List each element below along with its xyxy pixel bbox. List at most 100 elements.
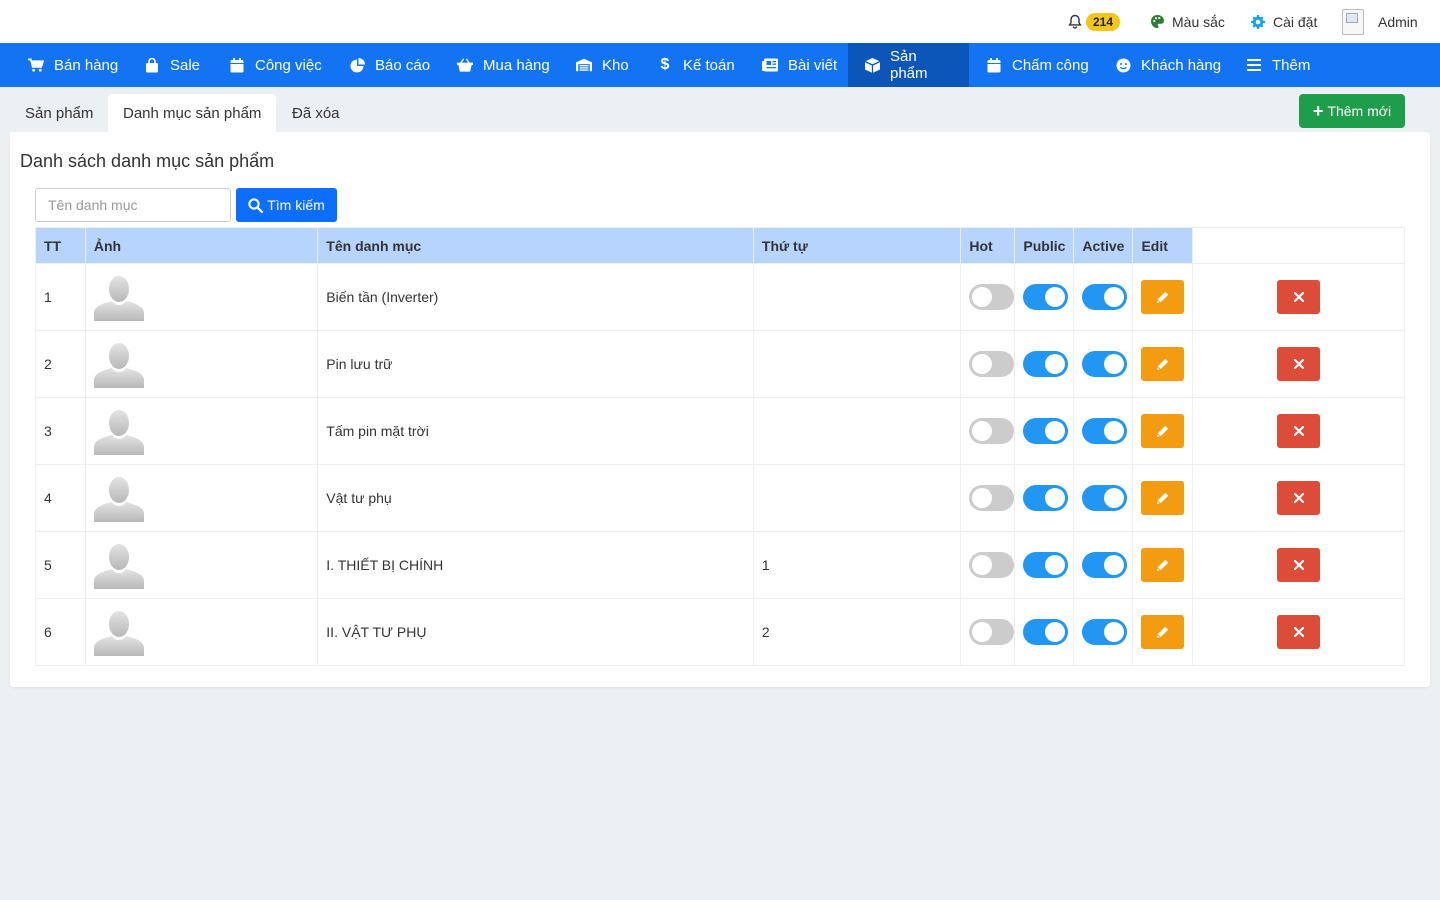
pencil-icon <box>1157 291 1169 303</box>
row-name: Biến tần (Inverter) <box>317 263 754 331</box>
add-new-label: Thêm mới <box>1327 103 1392 119</box>
edit-button[interactable] <box>1141 347 1185 381</box>
close-icon <box>1293 560 1304 570</box>
toggle-knob <box>972 421 993 441</box>
tab-danh-muc-san-pham[interactable]: Danh mục sản phẩm <box>108 94 277 132</box>
table-row: 2 Pin lưu trữ <box>35 330 1405 398</box>
calendar-icon <box>986 57 1002 73</box>
tab-da-xoa[interactable]: Đã xóa <box>277 94 355 132</box>
active-toggle[interactable] <box>1082 351 1128 377</box>
header-hot: Hot <box>960 227 1016 264</box>
row-hot-cell <box>960 598 1016 666</box>
nav-label: Mua hàng <box>483 56 550 74</box>
top-utility-bar: 214 Màu sắc Cài đặt Admin <box>0 0 1440 43</box>
active-toggle[interactable] <box>1082 552 1128 578</box>
hot-toggle[interactable] <box>969 418 1015 444</box>
bell-icon <box>1068 14 1082 29</box>
nav-item-cham-cong[interactable]: Chấm công <box>958 43 1104 87</box>
edit-button[interactable] <box>1141 481 1185 515</box>
row-delete-cell <box>1192 598 1405 666</box>
nav-item-them[interactable]: Thêm <box>1218 43 1325 87</box>
search-button[interactable]: Tìm kiếm <box>236 188 337 222</box>
toggle-knob <box>1104 421 1125 441</box>
page-title: Danh sách danh mục sản phẩm <box>20 151 275 171</box>
nav-item-bai-viet[interactable]: Bài viết <box>734 43 852 87</box>
color-label: Màu sắc <box>1172 13 1225 30</box>
dollar-icon: $ <box>660 56 670 73</box>
active-toggle[interactable] <box>1082 619 1128 645</box>
public-toggle[interactable] <box>1023 619 1069 645</box>
active-toggle[interactable] <box>1082 485 1128 511</box>
notifications[interactable]: 214 <box>1068 0 1121 43</box>
add-new-button[interactable]: + Thêm mới <box>1299 94 1405 128</box>
edit-button[interactable] <box>1141 414 1185 448</box>
hot-toggle[interactable] <box>969 552 1015 578</box>
nav-item-ban-hang[interactable]: Bán hàng <box>0 43 133 87</box>
row-public-cell <box>1014 464 1075 532</box>
color-menu[interactable]: Màu sắc <box>1149 0 1225 43</box>
edit-button[interactable] <box>1141 615 1185 649</box>
toggle-knob <box>972 622 993 642</box>
basket-icon <box>457 57 473 73</box>
edit-button[interactable] <box>1141 280 1185 314</box>
nav-item-bao-cao[interactable]: Báo cáo <box>321 43 445 87</box>
active-toggle[interactable] <box>1082 418 1128 444</box>
search-input[interactable] <box>35 188 231 222</box>
row-edit-cell <box>1132 263 1194 331</box>
gear-icon <box>1250 14 1266 30</box>
hot-toggle[interactable] <box>969 351 1015 377</box>
delete-button[interactable] <box>1277 280 1321 314</box>
delete-button[interactable] <box>1277 414 1321 448</box>
hot-toggle[interactable] <box>969 485 1015 511</box>
nav-item-mua-hang[interactable]: Mua hàng <box>429 43 565 87</box>
delete-button[interactable] <box>1277 548 1321 582</box>
table-row: 5 I. THIẾT BỊ CHÍNH 1 <box>35 531 1405 599</box>
nav-label: Chấm công <box>1012 56 1089 74</box>
toggle-knob <box>1045 555 1066 575</box>
edit-button[interactable] <box>1141 548 1185 582</box>
row-hot-cell <box>960 263 1016 331</box>
row-delete-cell <box>1192 330 1405 398</box>
nav-item-khach-hang[interactable]: Khách hàng <box>1087 43 1236 87</box>
public-toggle[interactable] <box>1023 485 1069 511</box>
toggle-knob <box>1045 421 1066 441</box>
row-order: 2 <box>752 598 962 666</box>
row-edit-cell <box>1132 330 1194 398</box>
delete-button[interactable] <box>1277 347 1321 381</box>
row-active-cell <box>1073 397 1134 465</box>
row-tt: 1 <box>35 263 86 331</box>
public-toggle[interactable] <box>1023 284 1069 310</box>
person-placeholder-icon <box>93 410 144 455</box>
toggle-knob <box>1104 555 1125 575</box>
public-toggle[interactable] <box>1023 351 1069 377</box>
nav-label: Bài viết <box>788 56 838 74</box>
hot-toggle[interactable] <box>969 284 1015 310</box>
warehouse-icon <box>576 57 592 73</box>
row-tt: 4 <box>35 464 86 532</box>
delete-button[interactable] <box>1277 615 1321 649</box>
pencil-icon <box>1157 358 1169 370</box>
settings-menu[interactable]: Cài đặt <box>1250 0 1317 43</box>
search-button-label: Tìm kiếm <box>267 197 325 213</box>
public-toggle[interactable] <box>1023 418 1069 444</box>
row-name: Vật tư phụ <box>317 464 754 532</box>
nav-item-cong-viec[interactable]: Công việc <box>201 43 337 87</box>
hot-toggle[interactable] <box>969 619 1015 645</box>
nav-item-ke-toan[interactable]: $ Kế toán <box>629 43 750 87</box>
table-body: 1 Biến tần (Inverter) 2 Pin lưu trữ 3 Tấ… <box>35 263 1405 666</box>
header-public: Public <box>1014 227 1075 264</box>
toggle-knob <box>972 555 993 575</box>
user-menu[interactable]: Admin <box>1342 0 1418 43</box>
newspaper-icon <box>762 57 778 73</box>
user-name: Admin <box>1378 13 1418 30</box>
pencil-icon <box>1157 492 1169 504</box>
bag-icon <box>144 57 160 73</box>
toggle-knob <box>972 488 993 508</box>
row-delete-cell <box>1192 397 1405 465</box>
table-row: 6 II. VẬT TƯ PHỤ 2 <box>35 598 1405 666</box>
nav-item-san-pham[interactable]: Sản phẩm <box>848 43 969 87</box>
public-toggle[interactable] <box>1023 552 1069 578</box>
delete-button[interactable] <box>1277 481 1321 515</box>
active-toggle[interactable] <box>1082 284 1128 310</box>
tab-san-pham[interactable]: Sản phẩm <box>10 94 108 132</box>
